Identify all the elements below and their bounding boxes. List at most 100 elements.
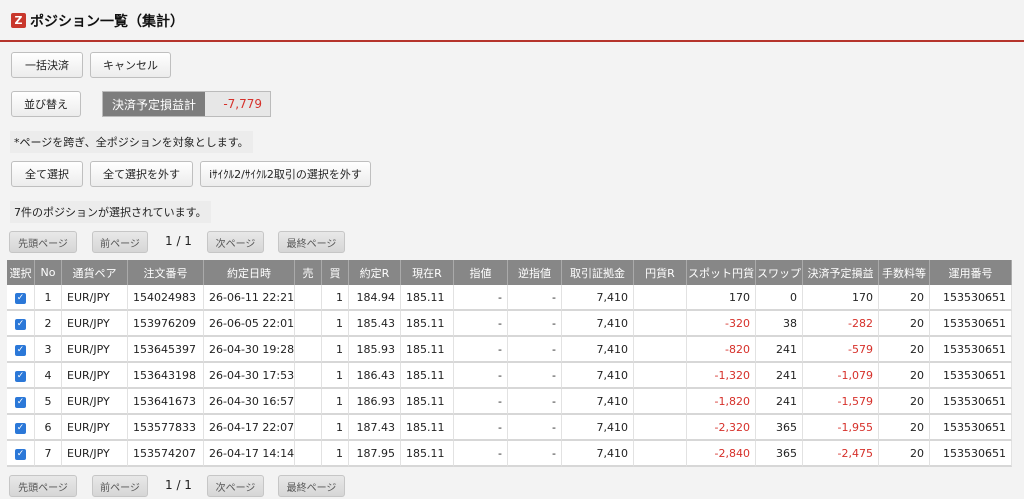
- cell-spot-yen: -2,320: [687, 415, 756, 441]
- cell-stop: -: [508, 337, 562, 363]
- table-row[interactable]: ✓ 5 EUR/JPY 153641673 26-04-30 16:57 1 186.93 1…: [7, 389, 1012, 415]
- positions-table: 選択 No 通貨ペア 注文番号 約定日時売買約定R 現在R 指値 逆指値 取引証拠金 円貨R スポッ…: [7, 260, 1012, 467]
- cell-sell: [295, 415, 322, 441]
- checkbox-checked-icon[interactable]: ✓: [15, 423, 26, 434]
- next-page-button[interactable]: 次ページ: [207, 475, 264, 497]
- cell-swap: 241: [756, 337, 803, 363]
- col-header-swap: スワップ: [756, 260, 803, 285]
- summary-label: 決済予定損益計: [103, 92, 205, 116]
- cell-buy: 1: [322, 441, 349, 467]
- cell-spot-yen: 170: [687, 285, 756, 311]
- row-select-cell: ✓: [7, 285, 35, 311]
- summary-value: -7,779: [205, 92, 270, 116]
- checkbox-checked-icon[interactable]: ✓: [15, 345, 26, 356]
- cell-pnl: -282: [803, 311, 879, 337]
- cell-account: 153530651: [930, 337, 1012, 363]
- row-select-cell: ✓: [7, 415, 35, 441]
- cell-margin: 7,410: [562, 337, 634, 363]
- checkbox-checked-icon[interactable]: ✓: [15, 371, 26, 382]
- table-row[interactable]: ✓ 4 EUR/JPY 153643198 26-04-30 17:53 1 186.43 1…: [7, 363, 1012, 389]
- cell-swap: 241: [756, 389, 803, 415]
- cell-pair: EUR/JPY: [62, 337, 128, 363]
- table-row[interactable]: ✓ 7 EUR/JPY 153574207 26-04-17 14:14 1 187.95 1…: [7, 441, 1012, 467]
- prev-page-button[interactable]: 前ページ: [92, 231, 148, 253]
- cell-account: 153530651: [930, 285, 1012, 311]
- table-row[interactable]: ✓ 3 EUR/JPY 153645397 26-04-30 19:28 1 185.93 1…: [7, 337, 1012, 363]
- cell-margin: 7,410: [562, 441, 634, 467]
- cell-account: 153530651: [930, 441, 1012, 467]
- last-page-button[interactable]: 最終ページ: [278, 475, 345, 497]
- col-header-sell: 売: [295, 260, 322, 285]
- checkbox-checked-icon[interactable]: ✓: [15, 293, 26, 304]
- first-page-button[interactable]: 先頭ページ: [9, 231, 77, 253]
- checkbox-checked-icon[interactable]: ✓: [15, 397, 26, 408]
- table-row[interactable]: ✓ 6 EUR/JPY 153577833 26-04-17 22:07 1 187.43 1…: [7, 415, 1012, 441]
- cell-spot-yen: -820: [687, 337, 756, 363]
- cell-account: 153530651: [930, 389, 1012, 415]
- cell-order: 153574207: [128, 441, 204, 467]
- table-row[interactable]: ✓ 2 EUR/JPY 153976209 26-06-05 22:01 1 185.43 1…: [7, 311, 1012, 337]
- cell-pair: EUR/JPY: [62, 415, 128, 441]
- col-header-current-rate: 現在R: [401, 260, 454, 285]
- deselect-cycle-button[interactable]: iｻｲｸﾙ2/ｻｲｸﾙ2取引の選択を外す: [200, 161, 371, 187]
- cell-account: 153530651: [930, 415, 1012, 441]
- cell-margin: 7,410: [562, 415, 634, 441]
- cell-pnl: -2,475: [803, 441, 879, 467]
- cell-fee: 20: [879, 285, 930, 311]
- cell-buy: 1: [322, 337, 349, 363]
- cell-sell: [295, 311, 322, 337]
- cell-buy: 1: [322, 363, 349, 389]
- cell-buy: 1: [322, 311, 349, 337]
- cell-yen-rate: [634, 285, 687, 311]
- cell-pnl: 170: [803, 285, 879, 311]
- cell-limit: -: [454, 389, 508, 415]
- checkbox-checked-icon[interactable]: ✓: [15, 319, 26, 330]
- cell-stop: -: [508, 415, 562, 441]
- cell-stop: -: [508, 441, 562, 467]
- deselect-all-button[interactable]: 全て選択を外す: [90, 161, 193, 187]
- cancel-button[interactable]: キャンセル: [90, 52, 171, 78]
- cell-stop: -: [508, 285, 562, 311]
- cell-buy: 1: [322, 389, 349, 415]
- cell-exec-rate: 186.43: [349, 363, 401, 389]
- cell-limit: -: [454, 441, 508, 467]
- table-header-row: 選択 No 通貨ペア 注文番号 約定日時売買約定R 現在R 指値 逆指値 取引証拠金 円貨R スポッ…: [7, 260, 1012, 285]
- cell-fee: 20: [879, 337, 930, 363]
- cell-datetime: 26-06-11 22:21: [204, 285, 295, 311]
- select-all-button[interactable]: 全て選択: [11, 161, 83, 187]
- cell-no: 5: [35, 389, 62, 415]
- table-row[interactable]: ✓ 1 EUR/JPY 154024983 26-06-11 22:21 1 184.94 1…: [7, 285, 1012, 311]
- cell-exec-rate: 185.93: [349, 337, 401, 363]
- cell-account: 153530651: [930, 363, 1012, 389]
- col-header-margin: 取引証拠金: [562, 260, 634, 285]
- col-header-settlement-pnl: 決済予定損益: [803, 260, 879, 285]
- first-page-button[interactable]: 先頭ページ: [9, 475, 77, 497]
- page-info: 1 / 1: [165, 234, 192, 248]
- cell-limit: -: [454, 363, 508, 389]
- settlement-pnl-summary: 決済予定損益計 -7,779: [102, 91, 271, 117]
- cell-yen-rate: [634, 337, 687, 363]
- next-page-button[interactable]: 次ページ: [207, 231, 264, 253]
- col-header-buy: 買: [322, 260, 349, 285]
- cell-no: 4: [35, 363, 62, 389]
- row-select-cell: ✓: [7, 441, 35, 467]
- page-header: Z ポジション一覧（集計）: [0, 0, 1024, 42]
- cell-spot-yen: -1,820: [687, 389, 756, 415]
- cell-order: 153577833: [128, 415, 204, 441]
- cell-datetime: 26-04-17 22:07: [204, 415, 295, 441]
- bulk-settle-button[interactable]: 一括決済: [11, 52, 83, 78]
- cell-no: 1: [35, 285, 62, 311]
- col-header-yen-rate: 円貨R: [634, 260, 687, 285]
- last-page-button[interactable]: 最終ページ: [278, 231, 345, 253]
- cell-exec-rate: 186.93: [349, 389, 401, 415]
- cell-datetime: 26-06-05 22:01: [204, 311, 295, 337]
- cell-no: 3: [35, 337, 62, 363]
- cell-datetime: 26-04-30 17:53: [204, 363, 295, 389]
- checkbox-checked-icon[interactable]: ✓: [15, 449, 26, 460]
- prev-page-button[interactable]: 前ページ: [92, 475, 148, 497]
- cell-spot-yen: -320: [687, 311, 756, 337]
- col-header-exec-rate: 約定R: [349, 260, 401, 285]
- cell-pnl: -1,079: [803, 363, 879, 389]
- cell-yen-rate: [634, 363, 687, 389]
- sort-button[interactable]: 並び替え: [11, 91, 81, 117]
